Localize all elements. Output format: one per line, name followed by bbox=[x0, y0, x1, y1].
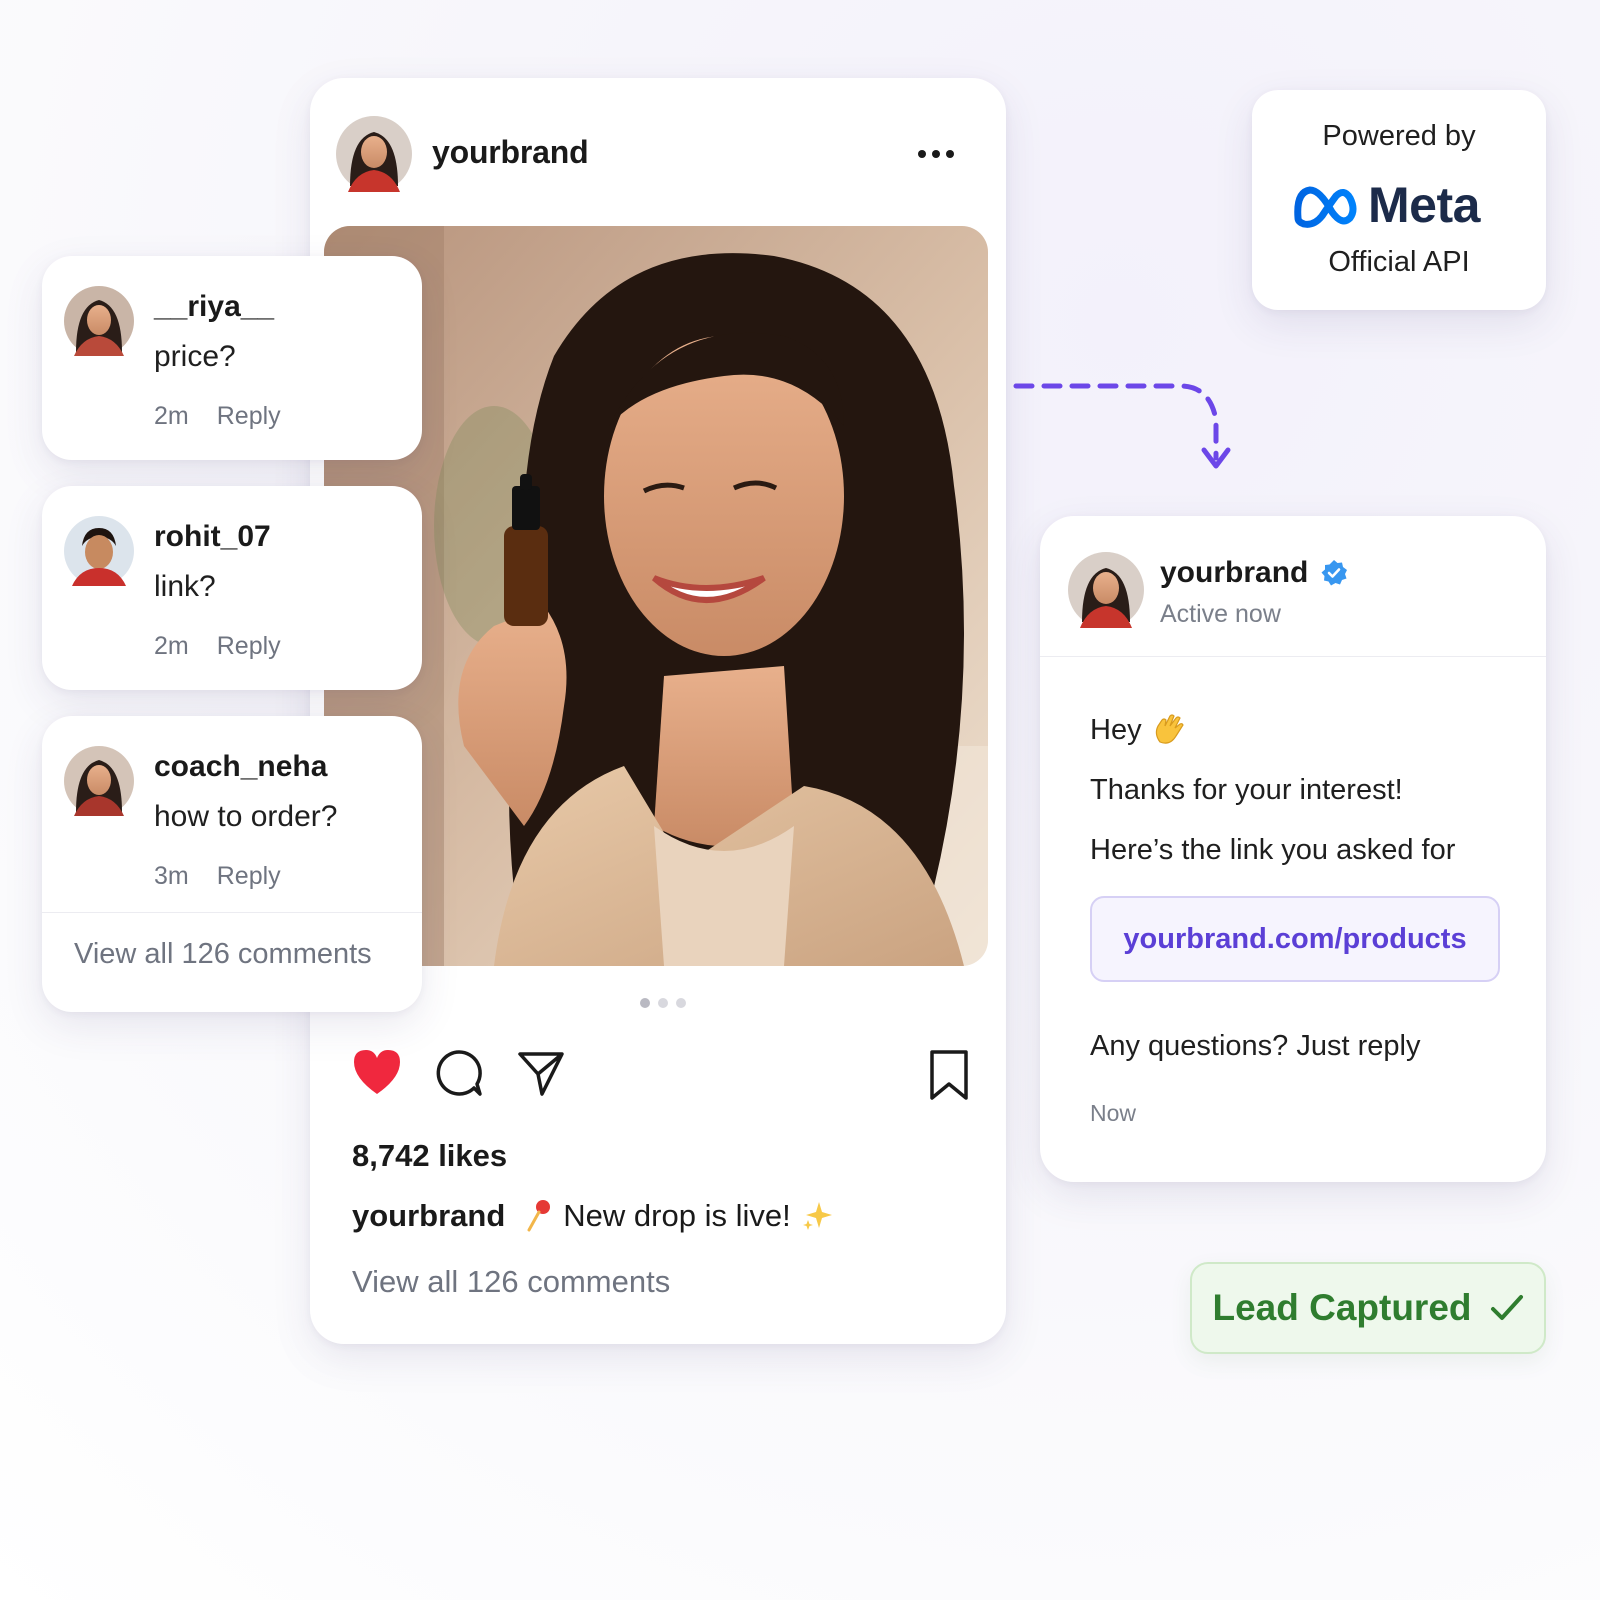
lead-captured-label: Lead Captured bbox=[1212, 1287, 1472, 1328]
comment-meta: 3m Reply bbox=[154, 862, 281, 891]
meta-badge: Powered by Meta Official API bbox=[1252, 90, 1546, 310]
powered-by-label: Powered by bbox=[1322, 120, 1476, 152]
comment-card: rohit_07 link? 2m Reply bbox=[42, 486, 422, 690]
divider bbox=[1040, 656, 1546, 657]
dm-username-row: yourbrand bbox=[1160, 556, 1348, 590]
comment-username[interactable]: __riya__ bbox=[154, 290, 274, 324]
product-link-button[interactable]: yourbrand.com/products bbox=[1090, 896, 1500, 982]
comment-meta: 2m Reply bbox=[154, 632, 281, 661]
comment-text: link? bbox=[154, 570, 216, 603]
dm-timestamp: Now bbox=[1090, 1100, 1137, 1126]
comment-card: __riya__ price? 2m Reply bbox=[42, 256, 422, 460]
sparkle-icon bbox=[802, 1202, 832, 1230]
comment-text: how to order? bbox=[154, 800, 338, 833]
caption-username[interactable]: yourbrand bbox=[352, 1198, 505, 1234]
comment-text: price? bbox=[154, 340, 236, 373]
more-icon[interactable] bbox=[916, 148, 956, 160]
heart-icon[interactable] bbox=[350, 1046, 404, 1098]
comment-time: 2m bbox=[154, 632, 189, 660]
dm-message: Hey bbox=[1090, 712, 1188, 748]
meta-infinity-icon bbox=[1294, 186, 1357, 228]
reply-button[interactable]: Reply bbox=[217, 632, 281, 661]
post-caption: yourbrand New drop is live! bbox=[352, 1198, 833, 1234]
comment-time: 3m bbox=[154, 862, 189, 890]
share-icon[interactable] bbox=[516, 1048, 566, 1098]
verified-icon bbox=[1321, 560, 1348, 586]
dm-username[interactable]: yourbrand bbox=[1160, 556, 1308, 590]
reply-button[interactable]: Reply bbox=[217, 862, 281, 891]
dm-card: yourbrand Active now Hey Thanks for your… bbox=[1040, 516, 1546, 1182]
post-username[interactable]: yourbrand bbox=[432, 134, 589, 171]
comment-icon[interactable] bbox=[434, 1048, 484, 1098]
dm-status: Active now bbox=[1160, 600, 1281, 628]
arrow-icon bbox=[1013, 383, 1231, 469]
dm-message: Any questions? Just reply bbox=[1090, 1030, 1421, 1062]
check-icon bbox=[1490, 1295, 1523, 1320]
meta-brand: Meta bbox=[1368, 177, 1480, 233]
wave-icon bbox=[1155, 714, 1184, 744]
caption-text: New drop is live! bbox=[563, 1198, 791, 1233]
pin-icon bbox=[527, 1200, 551, 1232]
view-all-comments-link[interactable]: View all 126 comments bbox=[74, 938, 372, 971]
bookmark-icon[interactable] bbox=[928, 1048, 970, 1102]
avatar[interactable] bbox=[64, 286, 134, 356]
comment-time: 2m bbox=[154, 402, 189, 430]
view-all-comments-link[interactable]: View all 126 comments bbox=[352, 1264, 670, 1300]
comment-username[interactable]: coach_neha bbox=[154, 750, 327, 784]
official-api-label: Official API bbox=[1328, 246, 1470, 278]
avatar[interactable] bbox=[1068, 552, 1144, 628]
dm-greeting: Hey bbox=[1090, 713, 1142, 746]
comment-card: coach_neha how to order? 3m Reply View a… bbox=[42, 716, 422, 1012]
carousel-dots[interactable] bbox=[640, 998, 686, 1008]
avatar[interactable] bbox=[64, 746, 134, 816]
divider bbox=[42, 912, 422, 913]
avatar[interactable] bbox=[64, 516, 134, 586]
comment-meta: 2m Reply bbox=[154, 402, 281, 431]
reply-button[interactable]: Reply bbox=[217, 402, 281, 431]
post-avatar[interactable] bbox=[336, 116, 412, 192]
comment-username[interactable]: rohit_07 bbox=[154, 520, 271, 554]
dm-message: Here’s the link you asked for bbox=[1090, 834, 1456, 866]
lead-captured-badge: Lead Captured bbox=[1190, 1262, 1546, 1354]
post-photo[interactable] bbox=[324, 226, 988, 966]
dm-message: Thanks for your interest! bbox=[1090, 774, 1403, 806]
meta-logo: Meta bbox=[1292, 176, 1480, 234]
like-count[interactable]: 8,742 likes bbox=[352, 1138, 507, 1174]
